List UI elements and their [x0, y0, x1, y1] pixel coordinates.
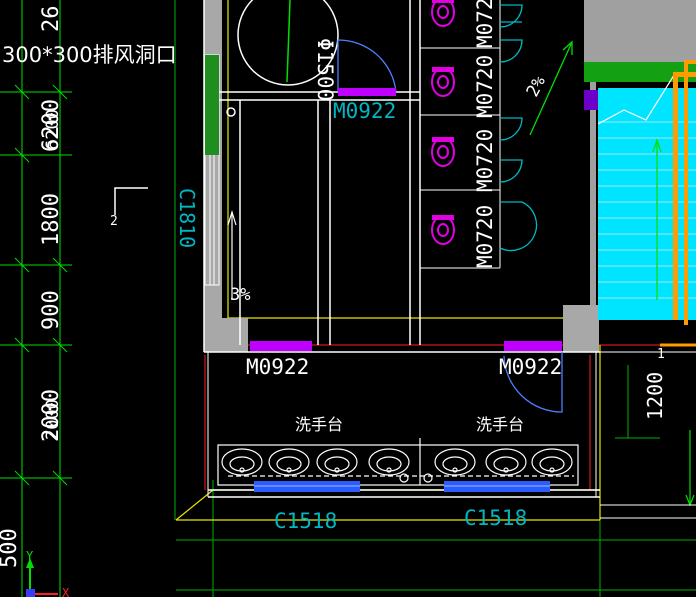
- dim-500: 500: [0, 528, 22, 568]
- door-label-bottom-right: M0922: [499, 355, 562, 379]
- slope-label-right: 2%: [523, 73, 550, 100]
- basin-label-right: 洗手台: [476, 415, 524, 434]
- ucs-x-label: X: [62, 586, 70, 597]
- circular-tank: Φ1500: [226, 0, 339, 117]
- squat-toilet-4: [431, 215, 455, 245]
- basin-5: [434, 448, 476, 476]
- window-label-left: C1518: [274, 509, 337, 533]
- basin-2: [268, 448, 310, 476]
- grid-mark-2: 2: [110, 214, 118, 229]
- squat-toilet-1: [431, 0, 455, 27]
- grid-mark-1: 1: [657, 347, 665, 362]
- basin-7: [531, 448, 573, 476]
- cad-drawing-canvas[interactable]: 26 6200 1800 900 2000 500 6200 2000 300*…: [0, 0, 696, 597]
- partition-label-3: M0720: [473, 129, 497, 192]
- basin-labels: 洗手台 洗手台: [295, 415, 524, 434]
- slope-label-left: 3%: [230, 285, 250, 305]
- window-label-right: C1518: [464, 506, 527, 530]
- left-dimension-texts: 26 6200 1800 900 2000 500 6200 2000: [0, 6, 64, 569]
- door-label-top: M0922: [333, 99, 396, 123]
- ucs-y-label: Y: [26, 549, 34, 563]
- slope-arrow-icon: 3%: [227, 209, 250, 305]
- window-c1518-right: C1518: [444, 481, 550, 530]
- partition-door-labels: M0720 M0720 M0720 M0720: [473, 0, 497, 268]
- dim-900: 900: [39, 290, 64, 330]
- dim-1200: 1200: [643, 372, 667, 420]
- wash-basins: [221, 448, 573, 483]
- pipe-label: Φ1500: [313, 38, 337, 101]
- squat-toilets: [431, 0, 455, 245]
- basin-6: [485, 448, 527, 476]
- basin-label-left: 洗手台: [295, 415, 343, 434]
- staircase: 1: [584, 60, 696, 362]
- wash-counter: [217, 438, 579, 486]
- window-label-c1810: C1810: [175, 188, 199, 248]
- squat-toilet-2: [431, 67, 455, 97]
- partition-label-4: M0720: [473, 205, 497, 268]
- section-mark-icon: 2: [110, 187, 148, 229]
- dim-26: 26: [39, 6, 64, 33]
- squat-toilet-3: [431, 137, 455, 167]
- door-label-bottom-left: M0922: [246, 355, 309, 379]
- door-top: M0922: [333, 39, 397, 123]
- partition-label-2: M0720: [473, 55, 497, 118]
- dim-2000-overlay: 2000: [43, 399, 63, 440]
- floor-plan: 26 6200 1800 900 2000 500 6200 2000 300*…: [0, 0, 696, 597]
- stall-door-swings: [499, 0, 538, 252]
- window-c1518-left: C1518: [254, 481, 360, 533]
- ucs-axis-icon: Y X: [26, 549, 70, 597]
- basin-1: [221, 448, 263, 476]
- slope-arrow-right: 2%: [523, 40, 573, 136]
- partition-label-1: M0720: [473, 0, 497, 48]
- basin-4: [368, 448, 410, 476]
- door-bottom-left: M0922: [246, 341, 312, 379]
- basin-3: [316, 448, 358, 476]
- dim-1800: 1800: [39, 193, 64, 246]
- dim-6200-overlay: 6200: [43, 109, 63, 150]
- vent-note: 300*300排风洞口: [2, 43, 177, 67]
